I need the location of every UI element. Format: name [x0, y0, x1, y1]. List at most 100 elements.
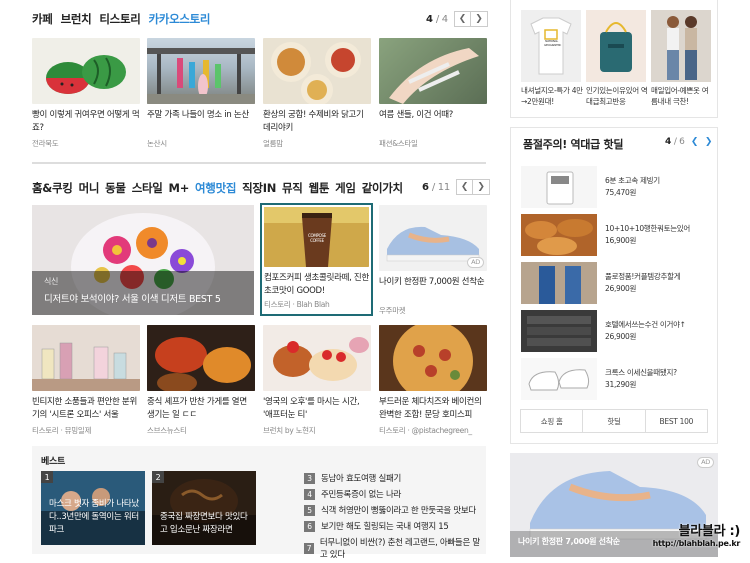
card-source: 우주마켓	[379, 306, 406, 315]
tab-tistory[interactable]: 티스토리	[99, 11, 140, 27]
highlighted-story-card[interactable]: COMPOSE COFFEE 컴포즈커피 생초콜릿라떼, 진한 초코맛이 GOO…	[260, 203, 373, 316]
deal-image	[521, 166, 597, 208]
card-image	[263, 325, 371, 391]
tab-game[interactable]: 게임	[335, 180, 356, 196]
best-item-title: 동남아 효도여행 실패기	[321, 474, 402, 484]
afternoon-tea-image	[273, 337, 369, 381]
best-header: 베스트	[41, 457, 65, 467]
prev-button[interactable]: ❮	[687, 135, 702, 149]
shop-item-title: 인기있는이유있어 역대급최고반응	[586, 86, 648, 106]
page-total: / 6	[673, 137, 685, 147]
section2-tabs: 홈&쿠킹 머니 동물 스타일 M+ 여행맛집 직장IN 뮤직 웹툰 게임 같이가…	[32, 180, 403, 196]
section-divider	[32, 162, 486, 164]
shop-item-title: 매일입어-예쁜옷 여름내내 극찬!	[651, 86, 709, 106]
card-title: 환상의 궁합! 수제비와 닭고기데리야키	[263, 110, 364, 133]
deal-name: 호텔에서쓰는수건 이거야↑	[605, 320, 686, 329]
tab-together[interactable]: 같이가치	[362, 180, 403, 196]
deal-item[interactable]: 풀로정품!커플템강추할게 26,900원	[521, 262, 681, 304]
tab-webtoon[interactable]: 웹툰	[309, 180, 330, 196]
best-thumb[interactable]: 1 마스크 벗자 좀비가 나타났다..3년만에 돌역이는 워터파크	[41, 471, 145, 545]
tab-mplus[interactable]: M+	[169, 181, 190, 195]
story-card[interactable]: 중식 셰프가 반찬 가게를 열면 생기는 일 ㄷㄷ 스브스뉴스티	[147, 325, 255, 436]
feature-title: 디저트야 보석이야? 서울 이색 디저트 BEST 5	[44, 294, 221, 305]
next-button[interactable]: ❯	[472, 179, 490, 195]
tab-cafe[interactable]: 카페	[32, 11, 53, 27]
rank-number: 2	[152, 471, 164, 483]
best-list-item[interactable]: 6 보기만 해도 힐링되는 국내 여행지 15	[304, 520, 449, 532]
card-image	[263, 38, 371, 104]
card-source: 전라북도	[32, 139, 59, 148]
tab-money[interactable]: 머니	[79, 180, 100, 196]
tab-brunch[interactable]: 브런치	[61, 11, 92, 27]
tab-best100[interactable]: BEST 100	[644, 410, 707, 432]
story-card[interactable]: 여름 샌들, 이건 어때? 패션&스타일	[379, 38, 487, 149]
section2-pager: 6 / 11 ❮ ❯	[422, 179, 490, 195]
rank-number: 1	[41, 471, 53, 483]
story-card[interactable]: '영국의 오후'를 마시는 시간, '애프터눈 티' 브런치 by 노현지	[263, 325, 371, 436]
card-image	[379, 38, 487, 104]
deal-item[interactable]: 크록스 이세신을때됐지? 31,290원	[521, 358, 677, 400]
story-card[interactable]: 빵이 이렇게 귀여우면 어떻게 먹죠? 전라북도	[32, 38, 140, 149]
story-card[interactable]: 부드러운 체다치즈와 베이컨의 완벽한 조합! 문당 호미스피 티스토리 · @…	[379, 325, 487, 436]
featured-story[interactable]: 식신 디저트야 보석이야? 서울 이색 디저트 BEST 5	[32, 205, 254, 315]
pizza-image	[379, 325, 487, 391]
story-card[interactable]: 주말 가족 나들이 명소 in 논산 논산시	[147, 38, 255, 149]
tab-hotdeal[interactable]: 핫딜	[582, 410, 644, 432]
deal-price: 75,470원	[605, 188, 637, 197]
page-total: / 11	[431, 181, 450, 193]
ad-banner-text: 나이키 한정판 7,000원 선착순	[518, 537, 620, 546]
best-list-item[interactable]: 7 터무니없이 비싼(?) 춘천 레고랜드, 아빠들은 말고 있다	[304, 536, 486, 560]
tab-travel-food[interactable]: 여행맛집	[195, 180, 236, 196]
croissant-image	[525, 219, 593, 255]
deal-item[interactable]: 10+10+10행한쿼토는있어 16,900원	[521, 214, 690, 256]
chinese-dishes-image	[147, 325, 255, 391]
hot-deals-title: 품절주의! 역대급 핫딜	[523, 138, 624, 151]
chevron-left-icon: ❮	[460, 182, 469, 192]
card-image	[32, 325, 140, 391]
tab-work[interactable]: 직장IN	[242, 180, 276, 196]
chevron-left-icon: ❮	[690, 137, 699, 147]
shop-thumb[interactable]	[651, 10, 711, 82]
tab-music[interactable]: 뮤직	[282, 180, 303, 196]
best-list-item[interactable]: 5 식객 허영만이 뻥뚫이라고 한 만둣국을 맛보다	[304, 504, 476, 516]
tab-kakaostory[interactable]: 카카오스토리	[149, 11, 211, 27]
next-button[interactable]: ❯	[470, 11, 488, 27]
story-card[interactable]: 환상의 궁합! 수제비와 닭고기데리야키 얼룸맘	[263, 38, 371, 149]
section1-pager: 4 / 4 ❮ ❯	[426, 11, 488, 27]
story-card[interactable]: 빈티지한 소품들과 편안한 분위기의 '시트론 오피스' 서울 티스토리 · 뮤…	[32, 325, 140, 436]
chevron-right-icon: ❯	[477, 182, 485, 192]
shop-thumb[interactable]	[586, 10, 646, 82]
card-source: 얼룸맘	[263, 139, 283, 148]
deal-price: 16,900원	[605, 236, 637, 245]
deal-item[interactable]: 6분 초고속 제빙기 75,470원	[521, 166, 660, 208]
best-list-item[interactable]: 4 주민등록증이 없는 나라	[304, 488, 401, 500]
tab-home-cooking[interactable]: 홈&쿠킹	[32, 180, 73, 196]
best-item-title: 식객 허영만이 뻥뚫이라고 한 만둣국을 맛보다	[321, 506, 476, 516]
ad-badge: AD	[467, 257, 484, 268]
best-thumb[interactable]: 2 중국집 짜장면보다 맛있다고 입소문난 짜장라면	[152, 471, 256, 545]
best-thumb-title: 마스크 벗자 좀비가 나타났다..3년만에 돌역이는 워터파크	[49, 499, 139, 535]
best-item-title: 보기만 해도 힐링되는 국내 여행지 15	[321, 522, 449, 532]
tab-shopping-home[interactable]: 쇼핑 홈	[521, 410, 582, 432]
rank-number: 4	[304, 488, 315, 500]
ad-story-card[interactable]: AD 나이키 한정판 7,000원 선착순 우주마켓	[379, 205, 487, 316]
prev-button[interactable]: ❮	[455, 179, 473, 195]
deal-image	[521, 310, 597, 352]
cup-logo-text: COMPOSE COFFEE	[308, 233, 326, 243]
card-image	[147, 38, 255, 104]
deal-name: 10+10+10행한쿼토는있어	[605, 224, 690, 233]
watermelon-rice-cake-image	[46, 55, 126, 94]
best-list-item[interactable]: 3 동남아 효도여행 실패기	[304, 472, 401, 484]
next-button[interactable]: ❯	[701, 135, 716, 149]
prev-button[interactable]: ❮	[453, 11, 471, 27]
tab-style[interactable]: 스타일	[132, 180, 163, 196]
deal-item[interactable]: 호텔에서쓰는수건 이거야↑ 26,900원	[521, 310, 686, 352]
sandals-image	[389, 48, 479, 104]
shop-thumb[interactable]: NATIONAL GEOGRAPHIC	[521, 10, 581, 82]
tab-animal[interactable]: 동물	[105, 180, 126, 196]
card-title: 빈티지한 소품들과 편안한 분위기의 '시트론 오피스' 서울	[32, 397, 137, 420]
card-title: 중식 셰프가 반찬 가게를 열면 생기는 일 ㄷㄷ	[147, 397, 247, 420]
family-outing-image	[147, 48, 255, 104]
deal-name: 풀로정품!커플템강추할게	[605, 272, 681, 281]
card-title: 부드러운 체다치즈와 베이컨의 완벽한 조합! 문당 호미스피	[379, 397, 482, 420]
